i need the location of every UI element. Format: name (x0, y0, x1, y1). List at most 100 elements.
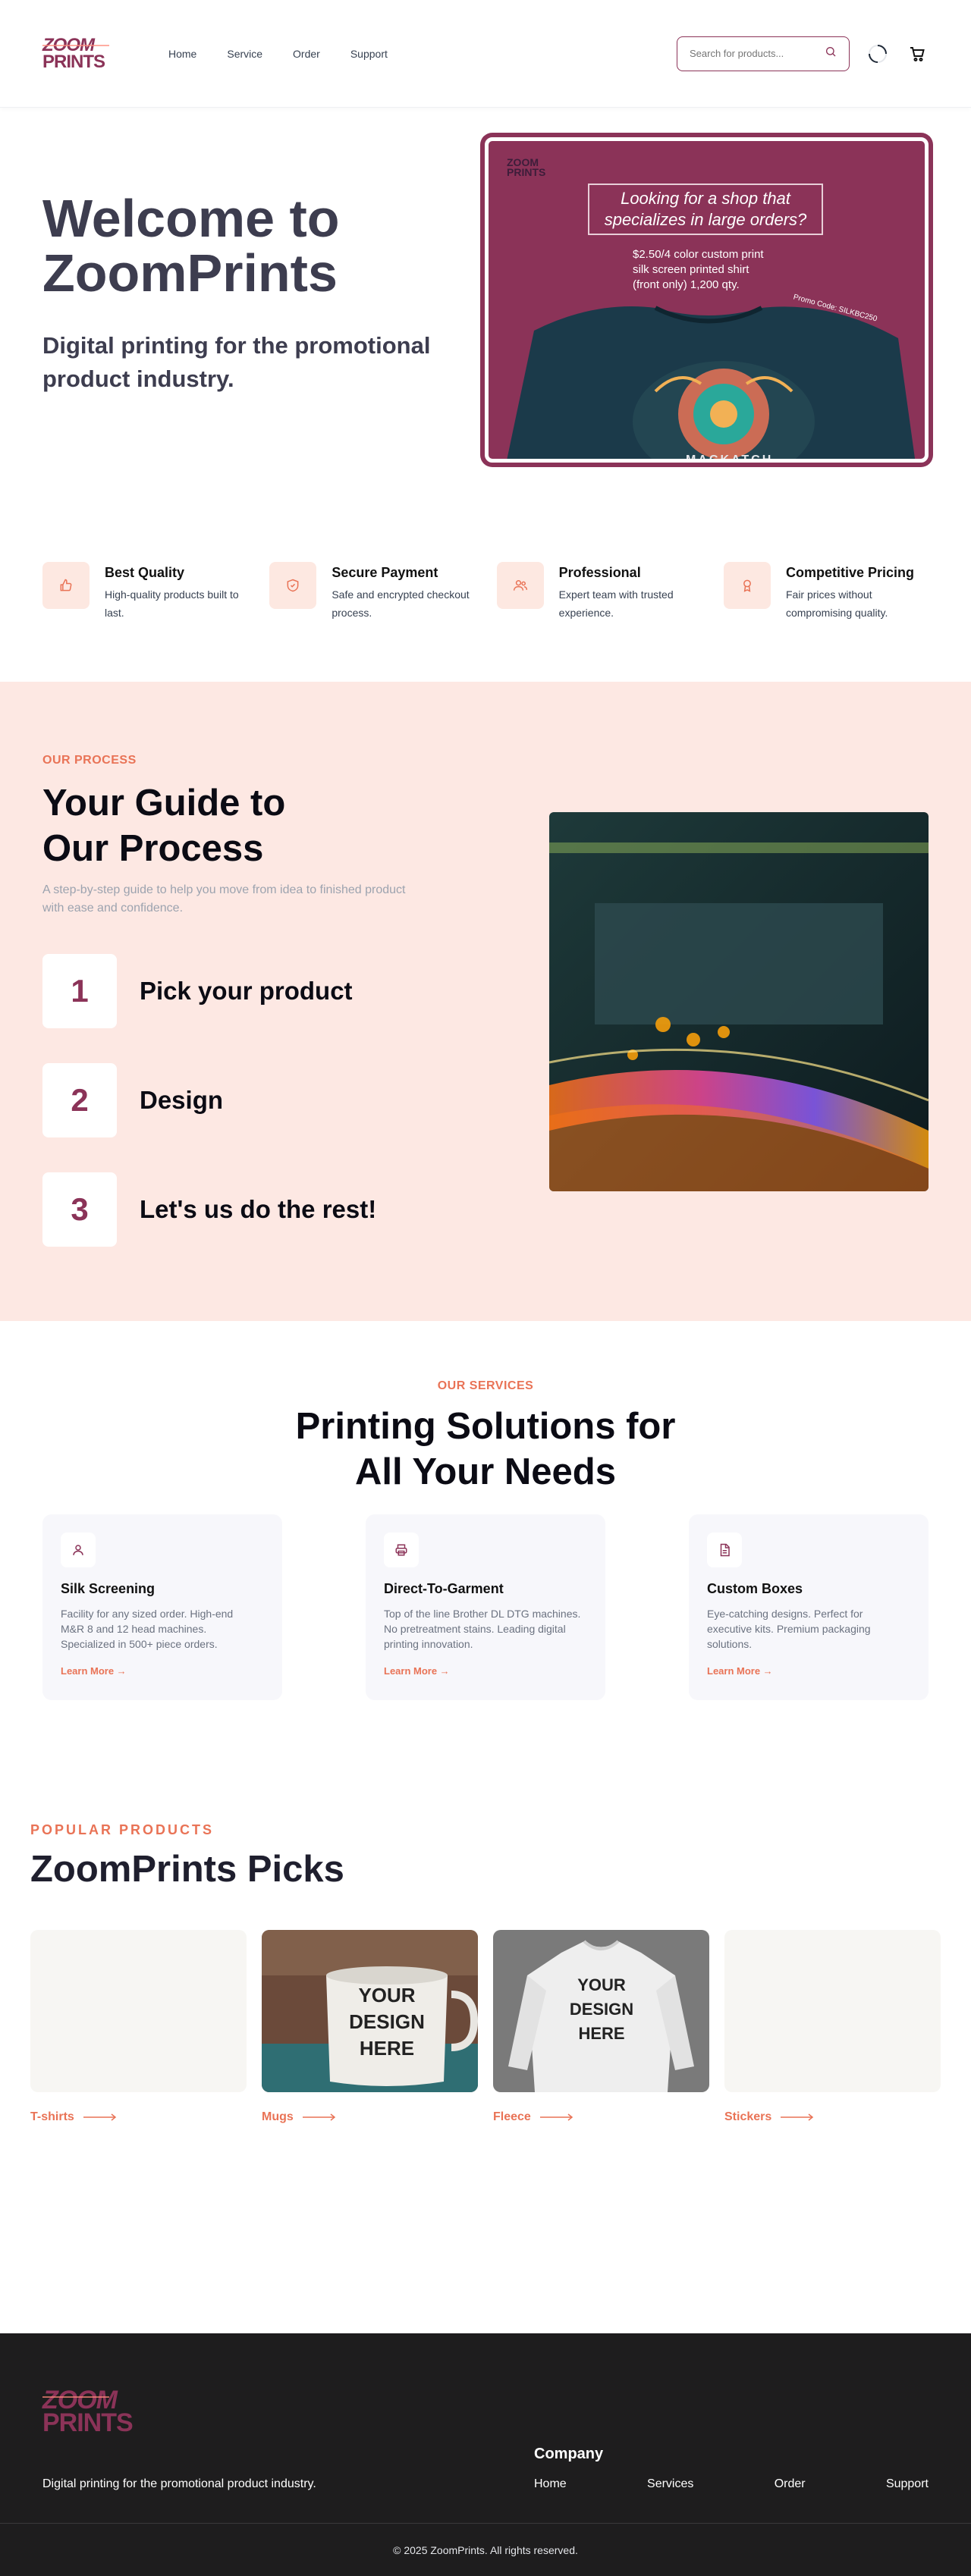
product-link[interactable]: T-shirts (30, 2110, 247, 2124)
shirt-print-text: MACKATCH (686, 453, 773, 463)
learn-more-link[interactable]: Learn More → (384, 1665, 450, 1677)
process-step-1: 1 Pick your product (42, 954, 353, 1028)
arrow-right-icon (781, 2113, 814, 2121)
service-desc: Top of the line Brother DL DTG machines.… (384, 1608, 581, 1650)
search-input[interactable] (690, 48, 811, 59)
promo-headline-box: Looking for a shop that specializes in l… (588, 184, 823, 235)
process-eyebrow: OUR PROCESS (42, 754, 137, 767)
hero-subtitle: Digital printing for the promotional pro… (42, 332, 431, 392)
header-actions (677, 36, 929, 71)
mug-text-1: YOUR (358, 1984, 415, 2007)
footer-nav-support[interactable]: Support (886, 2477, 929, 2491)
learn-more-link[interactable]: Learn More → (707, 1665, 773, 1677)
tshirt-illustration: MACKATCH (507, 306, 916, 463)
product-card-tshirts[interactable]: T-shirts (30, 1930, 247, 2124)
process-step-3: 3 Let's us do the rest! (42, 1172, 376, 1247)
printing-press-image (549, 812, 929, 1191)
site-header: ZOOM PRINTS Home Service Order Support (0, 0, 971, 108)
footer-company-heading: Company (534, 2446, 604, 2462)
promo-headline: Looking for a shop that specializes in l… (604, 189, 807, 229)
process-step-2: 2 Design (42, 1063, 223, 1137)
footer-copyright: © 2025 ZoomPrints. All rights reserved. (393, 2544, 578, 2556)
feature-competitive-pricing: Competitive Pricing Fair prices without … (723, 562, 929, 622)
hero-promo-banner: ZOOM PRINTS Looking for a shop that spec… (485, 137, 929, 463)
users-icon (496, 562, 544, 609)
product-link[interactable]: Mugs (262, 2110, 478, 2124)
feature-professional: Professional Expert team with trusted ex… (496, 562, 702, 622)
feature-title: Competitive Pricing (785, 565, 915, 580)
search-box (677, 36, 850, 71)
arrow-right-icon (539, 2113, 573, 2121)
feature-desc: Fair prices without compromising quality… (785, 588, 888, 619)
document-icon (707, 1533, 742, 1567)
hero-text: Welcome to ZoomPrints Digital printing f… (42, 138, 482, 502)
feature-secure-payment: Secure Payment Safe and encrypted checko… (269, 562, 474, 622)
features-strip: Best Quality High-quality products built… (0, 502, 971, 682)
hero-title-line1: Welcome to (42, 189, 340, 248)
service-name: Direct-To-Garment (384, 1581, 504, 1596)
mug-text-3: HERE (360, 2037, 414, 2060)
fleece-text-1: YOUR (577, 1975, 626, 1994)
product-card-stickers[interactable]: Stickers (724, 1930, 941, 2124)
arrow-right-icon (83, 2113, 116, 2121)
footer-nav-home[interactable]: Home (534, 2477, 567, 2491)
main-nav: Home Service Order Support (168, 48, 388, 60)
services-eyebrow: OUR SERVICES (437, 1379, 534, 1392)
step-label: Let's us do the rest! (140, 1195, 377, 1223)
cart-icon[interactable] (906, 42, 929, 65)
feature-desc: Expert team with trusted experience. (558, 588, 674, 619)
person-icon (61, 1533, 96, 1567)
feature-title: Secure Payment (332, 565, 438, 580)
products-title: ZoomPrints Picks (30, 1849, 344, 1890)
learn-more-link[interactable]: Learn More → (61, 1665, 127, 1677)
feature-desc: High-quality products built to last. (105, 588, 239, 619)
loading-spinner-icon[interactable] (866, 42, 889, 65)
process-title: Your Guide to Our Process (42, 783, 286, 869)
feature-title: Professional (558, 565, 641, 580)
feature-desc: Safe and encrypted checkout process. (332, 588, 470, 619)
nav-service[interactable]: Service (227, 48, 262, 60)
promo-details: $2.50/4 color custom print silk screen p… (633, 248, 764, 291)
mug-text-2: DESIGN (349, 2010, 425, 2033)
search-icon[interactable] (825, 45, 837, 61)
services-section: OUR SERVICES Printing Solutions for All … (0, 1321, 971, 1818)
step-label: Design (140, 1086, 224, 1114)
step-number: 3 (42, 1172, 117, 1247)
service-card-custom-boxes: Custom Boxes Eye-catching designs. Perfe… (689, 1514, 929, 1700)
site-logo[interactable]: ZOOM PRINTS (42, 36, 120, 71)
footer-nav: Home Services Order Support (534, 2477, 929, 2491)
nav-home[interactable]: Home (168, 48, 196, 60)
footer-divider (0, 2523, 971, 2524)
step-number: 1 (42, 954, 117, 1028)
products-section: POPULAR PRODUCTS ZoomPrints Picks T-shir… (0, 1818, 971, 2333)
site-footer: ZOOM PRINTS Digital printing for the pro… (0, 2333, 971, 2576)
hero-title-line2: ZoomPrints (42, 243, 338, 303)
service-desc: Eye-catching designs. Perfect for execut… (707, 1608, 871, 1650)
fleece-image: YOUR DESIGN HERE (493, 1930, 709, 2092)
feature-best-quality: Best Quality High-quality products built… (42, 562, 247, 622)
shield-icon (269, 562, 317, 609)
step-label: Pick your product (140, 977, 353, 1005)
service-name: Silk Screening (61, 1581, 156, 1596)
nav-order[interactable]: Order (293, 48, 320, 60)
services-title: Printing Solutions for All Your Needs (295, 1406, 676, 1492)
product-link[interactable]: Fleece (493, 2110, 709, 2124)
footer-nav-services[interactable]: Services (647, 2477, 693, 2491)
hero-title: Welcome to ZoomPrints (42, 191, 482, 300)
arrow-right-icon (302, 2113, 335, 2121)
footer-logo[interactable]: ZOOM PRINTS (42, 2387, 134, 2436)
products-eyebrow: POPULAR PRODUCTS (30, 1822, 215, 1837)
fleece-text-2: DESIGN (570, 2000, 633, 2019)
nav-support[interactable]: Support (350, 48, 388, 60)
product-card-mugs[interactable]: YOUR DESIGN HERE Mugs (262, 1930, 478, 2124)
footer-tagline: Digital printing for the promotional pro… (42, 2477, 316, 2490)
award-icon (723, 562, 771, 609)
product-image-placeholder (724, 1930, 941, 2092)
service-card-dtg: Direct-To-Garment Top of the line Brothe… (366, 1514, 605, 1700)
footer-nav-order[interactable]: Order (775, 2477, 806, 2491)
process-section: OUR PROCESS Your Guide to Our Process A … (0, 682, 971, 1321)
logo-bottom-text: PRINTS (42, 51, 105, 72)
service-desc: Facility for any sized order. High-end M… (61, 1608, 234, 1650)
product-card-fleece[interactable]: YOUR DESIGN HERE Fleece (493, 1930, 709, 2124)
product-link[interactable]: Stickers (724, 2110, 941, 2124)
